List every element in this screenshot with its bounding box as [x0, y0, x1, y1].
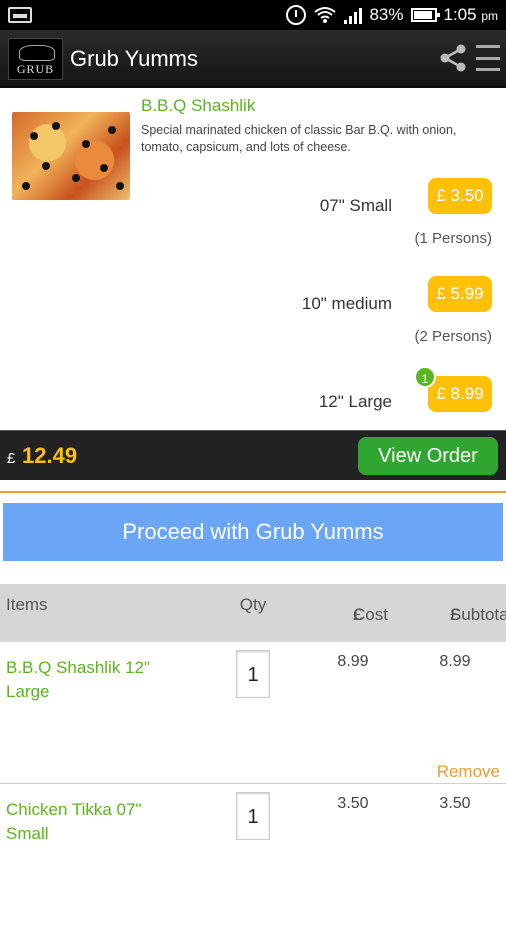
grub-logo[interactable]: GRUB	[8, 38, 63, 80]
table-header: Items Qty Cost£ Subtotal£	[0, 584, 506, 642]
clock: 1:05 pm	[443, 5, 499, 24]
price-button[interactable]: £ 3.50	[428, 178, 492, 214]
size-option: 07" Small £ 3.50 (1 Persons)	[0, 178, 506, 268]
size-option: 10" medium £ 5.99 (2 Persons)	[0, 276, 506, 366]
remove-link[interactable]: Remove	[437, 762, 500, 782]
order-table: Items Qty Cost£ Subtotal£ B.B.Q Shashlik…	[0, 584, 506, 926]
currency-symbol: £	[7, 450, 16, 467]
order-item-subtotal: 3.50	[439, 795, 471, 812]
header-subtotal: Subtotal£	[450, 605, 506, 624]
total-amount: 12.49	[22, 443, 78, 468]
table-row: Chicken Tikka 07" Small 1 3.50 3.50	[0, 784, 506, 926]
quantity-input[interactable]: 1	[236, 792, 270, 840]
order-item-subtotal: 8.99	[439, 653, 471, 670]
app-title: Grub Yumms	[70, 46, 198, 71]
order-item-name: Chicken Tikka 07" Small	[6, 800, 142, 843]
status-bar: 83% 1:05 pm	[0, 0, 506, 30]
app-bar: GRUB Grub Yumms	[0, 30, 506, 88]
share-icon[interactable]	[437, 42, 469, 74]
gallery-notification-icon	[8, 7, 32, 23]
persons-label: (1 Persons)	[414, 230, 492, 247]
size-label: 12" Large	[318, 392, 392, 411]
table-row: B.B.Q Shashlik 12" Large 1 8.99 8.99 Rem…	[0, 642, 506, 784]
quantity-input[interactable]: 1	[236, 650, 270, 698]
status-icons: 83% 1:05 pm	[286, 0, 498, 30]
overflow-menu-icon[interactable]	[476, 45, 500, 71]
size-option: 12" Large £ 8.99 1	[0, 366, 506, 430]
menu-item-card: B.B.Q Shashlik Special marinated chicken…	[0, 90, 506, 430]
view-order-button[interactable]: View Order	[358, 437, 498, 475]
alarm-icon	[286, 5, 307, 25]
header-qty: Qty	[239, 595, 267, 614]
section-divider	[0, 491, 506, 493]
item-description: Special marinated chicken of classic Bar…	[141, 123, 457, 154]
order-item-name: B.B.Q Shashlik 12" Large	[6, 658, 150, 701]
order-item-cost: 3.50	[337, 795, 369, 812]
signal-icon	[344, 6, 363, 24]
wifi-icon	[314, 7, 337, 23]
price-button[interactable]: £ 5.99	[428, 276, 492, 312]
header-cost: Cost £	[353, 605, 388, 624]
item-name: B.B.Q Shashlik	[141, 96, 256, 115]
quantity-badge: 1	[414, 366, 436, 388]
order-item-cost: 8.99	[337, 653, 369, 670]
size-label: 07" Small	[319, 196, 392, 215]
proceed-button[interactable]: Proceed with Grub Yumms	[3, 503, 503, 561]
size-label: 10" medium	[301, 294, 392, 313]
persons-label: (2 Persons)	[414, 328, 492, 345]
battery-icon	[410, 8, 440, 22]
battery-percent: 83%	[369, 5, 404, 24]
order-total-bar: £ 12.49 View Order	[0, 430, 506, 480]
header-items: Items	[6, 595, 48, 614]
price-button[interactable]: £ 8.99	[428, 376, 492, 412]
